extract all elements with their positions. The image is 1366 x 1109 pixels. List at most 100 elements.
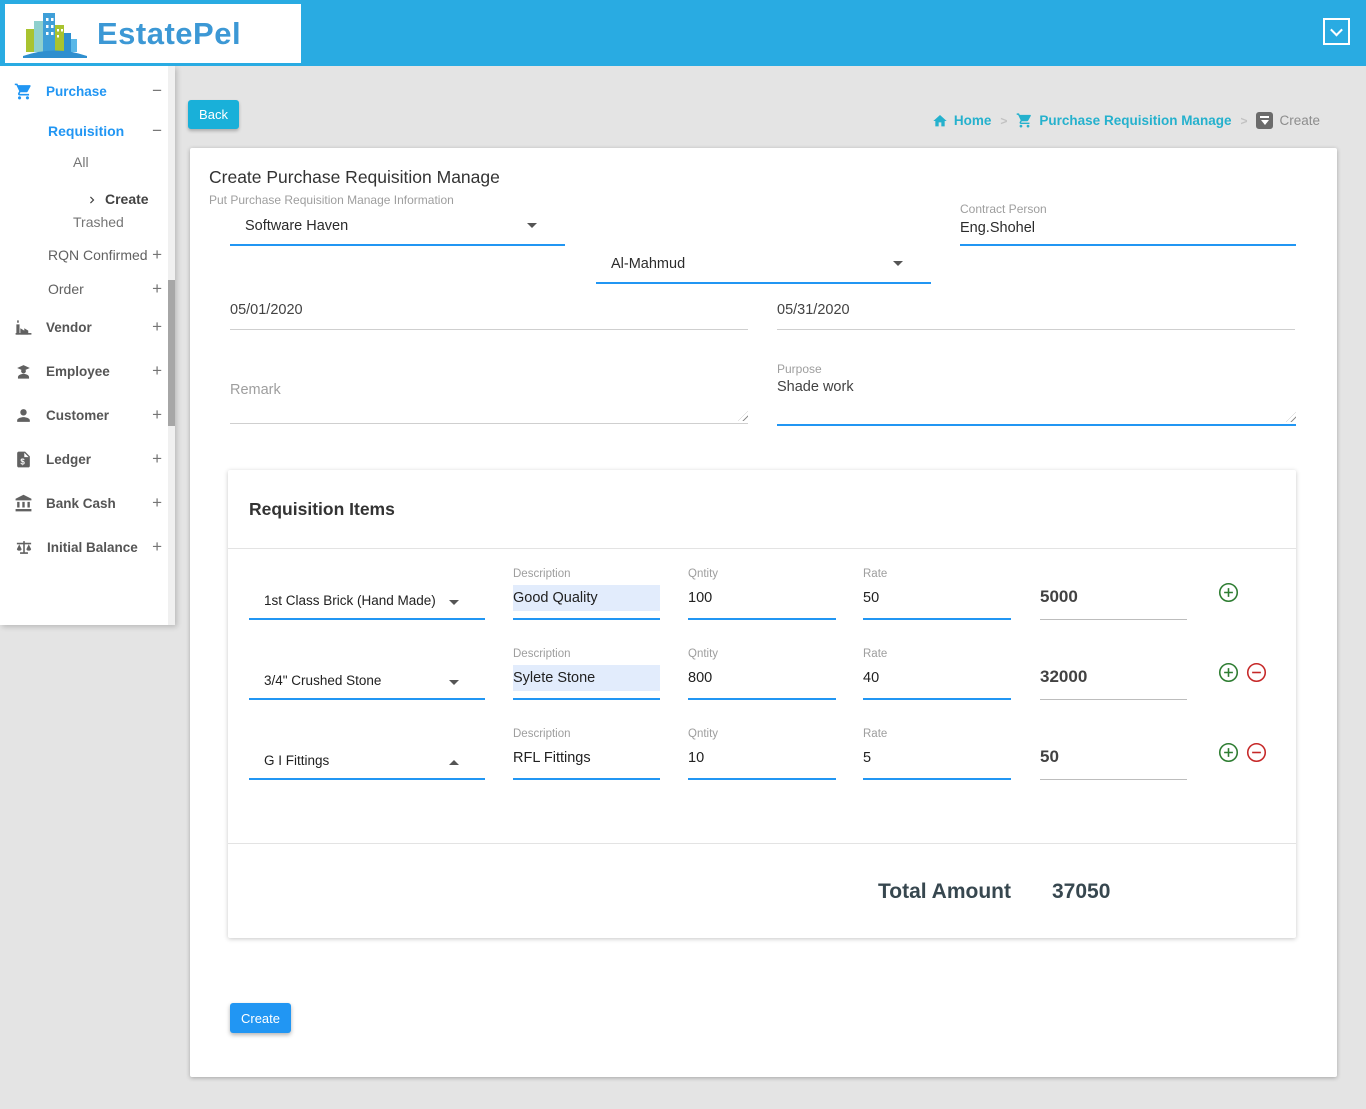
field-label: Contract Person [960,202,1047,216]
sidebar-item-label: Trashed [73,214,124,230]
back-button[interactable]: Back [188,100,239,129]
resize-handle-icon[interactable] [1286,412,1296,422]
sidebar-item-customer[interactable]: Customer + [0,400,175,430]
expand-plus-icon[interactable]: + [152,279,162,299]
item-select[interactable]: 3/4" Crushed Stone [249,648,485,700]
sidebar-item-employee[interactable]: Employee + [0,356,175,386]
field-label: Purpose [777,362,822,376]
remove-row-button[interactable] [1246,742,1267,763]
create-requisition-panel: Create Purchase Requisition Manage Put P… [190,148,1337,1077]
quantity-input[interactable]: Qntity 10 [688,728,836,780]
end-date-field[interactable]: 05/31/2020 [777,296,1295,330]
sidebar-item-label: Customer [46,407,110,423]
expand-plus-icon[interactable]: + [152,245,162,265]
sidebar-item-ledger[interactable]: $ Ledger + [0,444,175,474]
factory-icon [14,318,33,337]
cart-icon [14,82,33,101]
start-date-field[interactable]: 05/01/2020 [230,296,748,330]
header-collapse-button[interactable] [1323,18,1350,45]
expand-plus-icon[interactable]: + [152,537,162,557]
sidebar-item-initial-balance[interactable]: Initial Balance + [0,532,175,562]
cart-icon [1016,112,1033,129]
breadcrumb-separator: > [1000,113,1008,128]
add-row-button[interactable] [1218,662,1239,683]
brand-name: EstatePel [97,15,242,51]
description-input[interactable]: Description Sylete Stone [513,648,660,700]
divider [228,548,1296,549]
sidebar-item-label: Employee [46,363,110,379]
sidebar-scrollbar[interactable] [168,66,175,625]
sidebar-item-label: Bank Cash [46,495,116,511]
breadcrumb: Home > Purchase Requisition Manage > Cre… [932,112,1320,129]
sidebar-item-label: Ledger [46,451,92,467]
sidebar-item-vendor[interactable]: Vendor + [0,312,175,342]
item-row-1: 1st Class Brick (Hand Made) Description … [228,558,1296,638]
total-amount-label: Total Amount [878,880,1011,903]
expand-plus-icon[interactable]: + [152,361,162,381]
quantity-input[interactable]: Qntity 800 [688,648,836,700]
brand-logo[interactable]: EstatePel [5,4,301,63]
sidebar-item-create[interactable]: Create [0,177,175,207]
breadcrumb-separator: > [1240,113,1248,128]
sidebar: Purchase − Requisition − All Create Tras… [0,66,175,625]
collapse-minus-icon[interactable]: − [152,121,162,141]
bank-icon [14,494,33,513]
amount-value: 50 [1040,728,1187,780]
dropdown-arrow-icon [449,600,459,605]
dropdown-arrow-up-icon [449,760,459,765]
sidebar-item-order[interactable]: Order + [0,274,175,304]
add-row-button[interactable] [1218,742,1239,763]
item-row-3: G I Fittings Description RFL Fittings Qn… [228,718,1296,798]
requested-by-select[interactable]: Al-Mahmud [596,246,931,284]
sidebar-item-purchase[interactable]: Purchase − [0,76,175,106]
total-section: Total Amount 37050 [228,843,1296,938]
expand-plus-icon[interactable]: + [152,317,162,337]
remark-textarea-wrap [230,360,748,424]
description-input[interactable]: Description Good Quality [513,568,660,620]
item-select[interactable]: 1st Class Brick (Hand Made) [249,568,485,620]
item-select[interactable]: G I Fittings [249,728,485,780]
rate-input[interactable]: Rate 40 [863,648,1011,700]
contract-person-field[interactable]: Contract Person Eng.Shohel [960,202,1296,246]
purpose-textarea-wrap[interactable]: Purpose Shade work [777,360,1296,426]
expand-plus-icon[interactable]: + [152,493,162,513]
sidebar-item-label: Purchase [46,83,107,99]
graduate-person-icon [14,362,33,381]
svg-text:$: $ [20,457,25,466]
remove-row-button[interactable] [1246,662,1267,683]
breadcrumb-home[interactable]: Home [932,113,991,129]
sidebar-item-requisition[interactable]: Requisition − [0,116,175,146]
sidebar-item-bank-cash[interactable]: Bank Cash + [0,488,175,518]
total-amount-value: 37050 [1052,880,1111,903]
create-button[interactable]: Create [230,1003,291,1033]
collapse-minus-icon[interactable]: − [152,81,162,101]
dropdown-arrow-icon [527,223,537,228]
sidebar-item-label: All [73,154,89,170]
quantity-input[interactable]: Qntity 100 [688,568,836,620]
sidebar-item-label: Requisition [48,123,125,139]
expand-plus-icon[interactable]: + [152,449,162,469]
remark-textarea[interactable] [230,382,748,420]
amount-value: 32000 [1040,648,1187,700]
sidebar-scrollbar-thumb[interactable] [168,280,175,426]
add-row-button[interactable] [1218,582,1239,603]
app-header: EstatePel [0,0,1366,66]
sidebar-item-trashed[interactable]: Trashed [0,207,175,237]
person-icon [14,406,33,425]
sidebar-item-label: RQN Confirmed [48,247,148,263]
home-icon [932,113,948,129]
sidebar-item-all[interactable]: All [0,147,175,177]
rate-input[interactable]: Rate 50 [863,568,1011,620]
page-title: Create Purchase Requisition Manage [209,167,500,187]
dropdown-arrow-icon [893,261,903,266]
items-card-title: Requisition Items [249,499,395,519]
breadcrumb-create: Create [1256,112,1320,129]
rate-input[interactable]: Rate 5 [863,728,1011,780]
company-select[interactable]: Software Haven [230,208,565,246]
breadcrumb-purchase-requisition-manage[interactable]: Purchase Requisition Manage [1016,112,1231,129]
sidebar-item-label: Initial Balance [47,539,138,555]
sidebar-item-label: Vendor [46,319,92,335]
description-input[interactable]: Description RFL Fittings [513,728,660,780]
sidebar-item-rqn-confirmed[interactable]: RQN Confirmed + [0,240,175,270]
expand-plus-icon[interactable]: + [152,405,162,425]
